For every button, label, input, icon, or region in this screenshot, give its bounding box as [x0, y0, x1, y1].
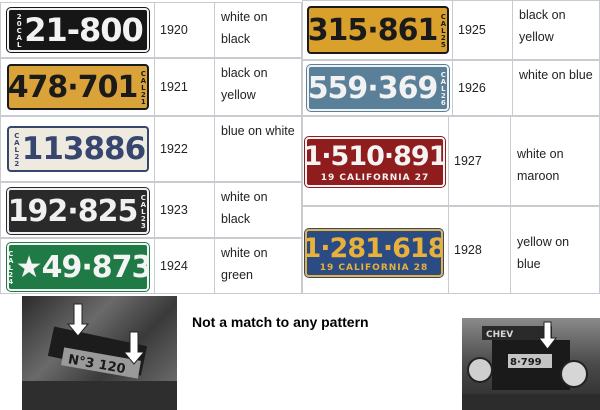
- table-row: CAL22 113886 1922 blue on white: [0, 116, 302, 182]
- license-plate-image: 559·369 CAL26: [306, 64, 450, 112]
- vintage-car-photo-right: CHEV 8·799: [462, 318, 600, 410]
- year-cell: 1920: [155, 3, 215, 57]
- color-cell: white on green: [221, 246, 268, 282]
- year-cell: 1922: [155, 117, 215, 181]
- license-plate-image: 192·825 CAL23: [6, 187, 150, 235]
- table-row: CAL24 ★49·873 1924 white on green: [0, 238, 302, 294]
- license-plate-image: 478·701 CAL21: [7, 64, 149, 110]
- vintage-car-photo-left: N°3 120: [22, 296, 177, 410]
- year-cell: 1927: [449, 117, 511, 205]
- color-cell: white on blue: [519, 68, 593, 82]
- license-plate-image: 20CAL 21-800: [6, 7, 150, 53]
- table-row: 478·701 CAL21 1921 black on yellow: [0, 58, 302, 116]
- color-cell: blue on white: [221, 124, 295, 138]
- table-row: 1·510·891 19 CALIFORNIA 27 1927 white on…: [302, 116, 600, 206]
- license-plate-image: CAL24 ★49·873: [6, 242, 150, 292]
- license-plate-image: CAL22 113886: [7, 126, 149, 172]
- year-cell: 1924: [155, 239, 215, 293]
- color-cell: black on yellow: [519, 8, 566, 44]
- table-row: 1·281·618 19 CALIFORNIA 28 1928 yellow o…: [302, 206, 600, 294]
- year-cell: 1921: [155, 59, 215, 115]
- color-cell: white on black: [221, 190, 268, 226]
- table-row: 192·825 CAL23 1923 white on black: [0, 182, 302, 238]
- color-cell: yellow on blue: [517, 235, 570, 271]
- photo-detail: CHEV 8·799: [462, 321, 600, 410]
- color-cell: black on yellow: [221, 66, 268, 102]
- year-cell: 1925: [453, 1, 513, 59]
- license-plate-image: 315·861 CAL25: [307, 6, 449, 54]
- license-plate-image: 1·510·891 19 CALIFORNIA 27: [304, 136, 446, 188]
- table-row: 559·369 CAL26 1926 white on blue: [302, 60, 600, 116]
- license-plate-image: 1·281·618 19 CALIFORNIA 28: [304, 228, 444, 278]
- year-cell: 1928: [449, 207, 511, 293]
- table-row: 20CAL 21-800 1920 white on black: [0, 2, 302, 58]
- svg-text:8·799: 8·799: [510, 357, 542, 368]
- color-cell: white on black: [221, 10, 268, 46]
- color-cell: white on maroon: [517, 147, 564, 183]
- year-cell: 1923: [155, 183, 215, 237]
- svg-text:CHEV: CHEV: [486, 330, 513, 340]
- table-row: 315·861 CAL25 1925 black on yellow: [302, 0, 600, 60]
- photo-detail: N°3 120: [22, 303, 177, 410]
- caption-text: Not a match to any pattern: [192, 314, 369, 330]
- year-cell: 1926: [453, 61, 513, 115]
